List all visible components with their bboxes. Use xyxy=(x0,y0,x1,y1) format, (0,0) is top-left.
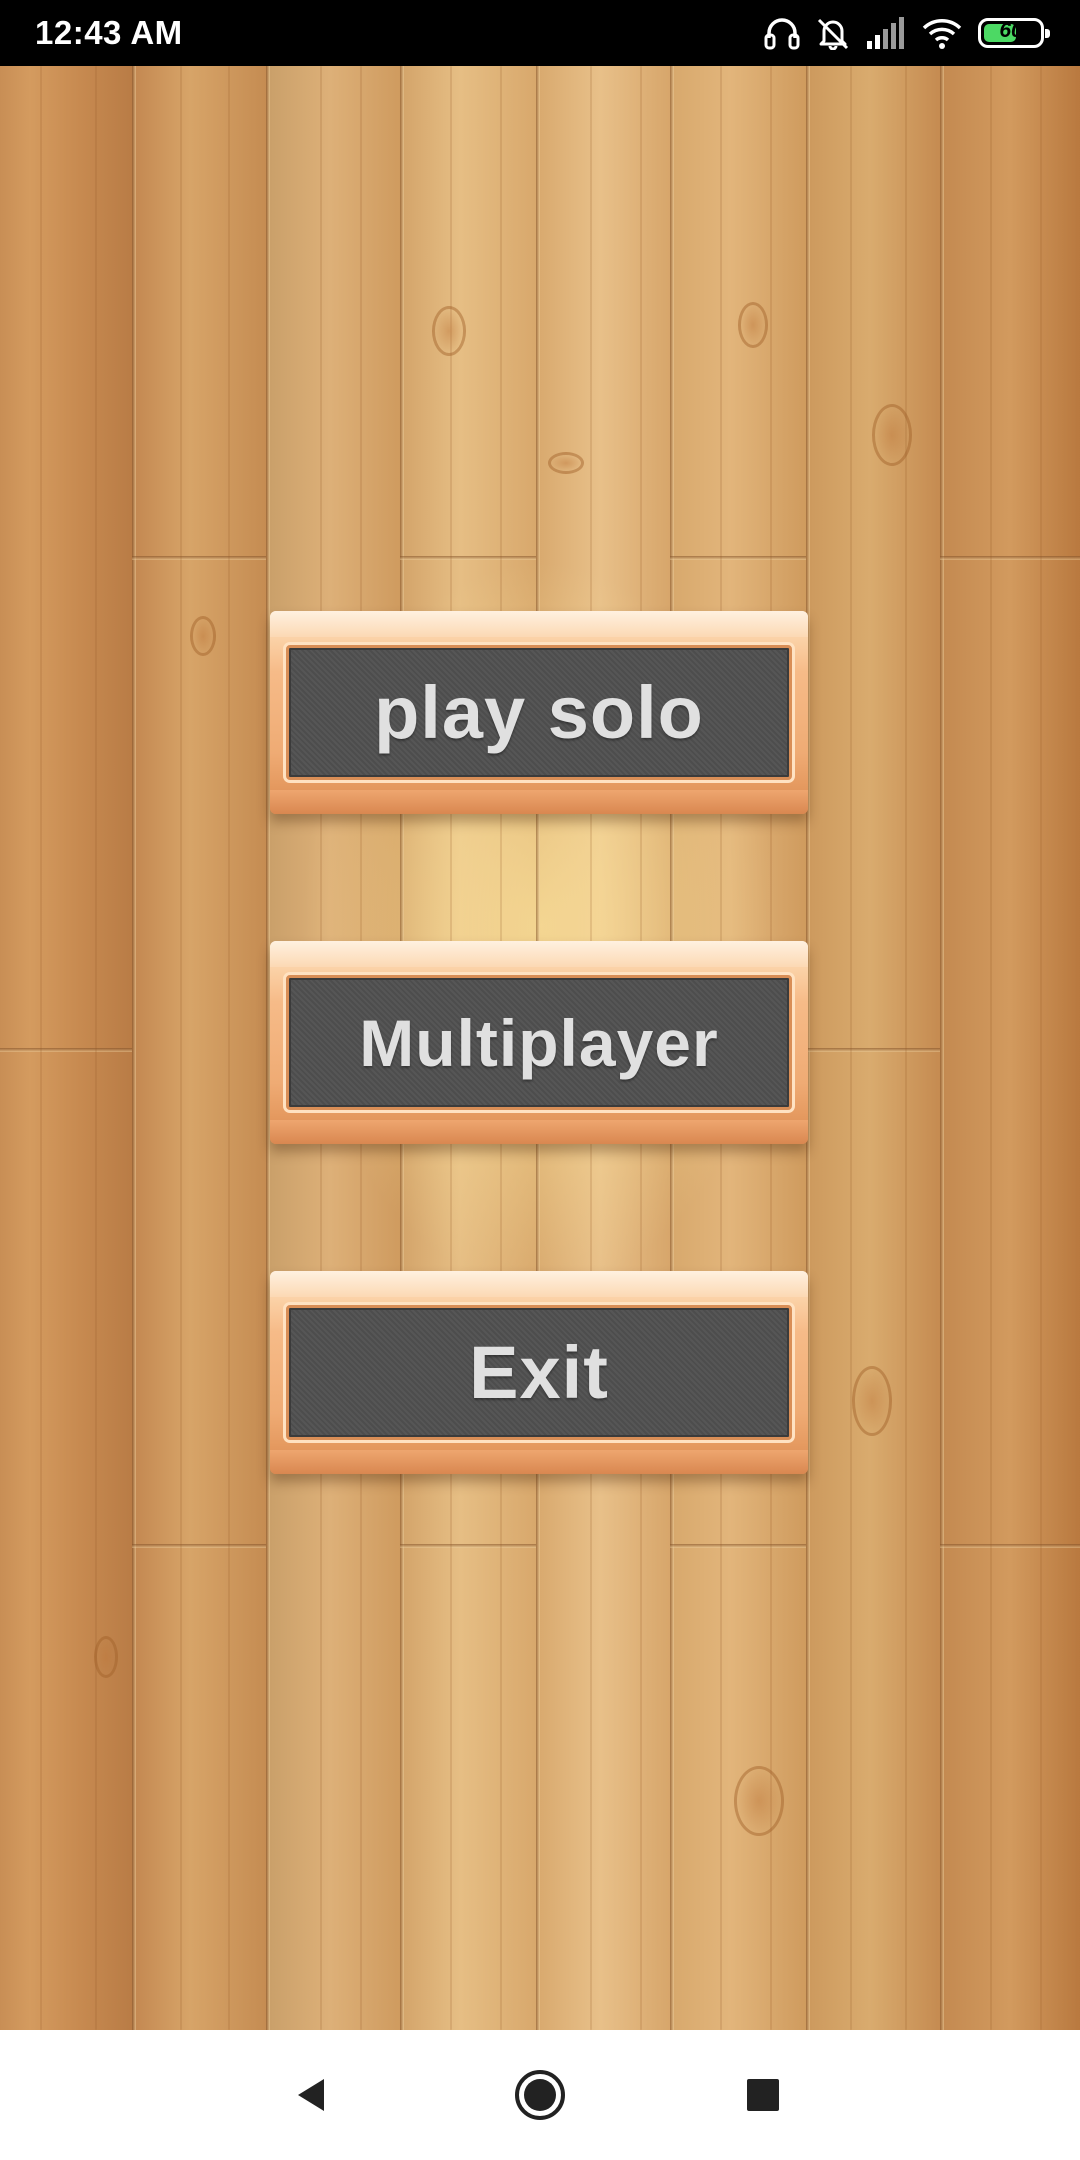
status-bar: 12:43 AM 60 xyxy=(0,0,1080,66)
play-solo-label: play solo xyxy=(374,671,704,754)
bell-off-icon xyxy=(816,16,850,50)
multiplayer-button[interactable]: Multiplayer xyxy=(270,941,808,1144)
status-time: 12:43 AM xyxy=(35,14,183,51)
wifi-icon xyxy=(922,17,962,49)
signal-icon xyxy=(866,17,906,49)
back-icon[interactable] xyxy=(277,2060,347,2130)
exit-label: Exit xyxy=(469,1331,609,1414)
home-icon[interactable] xyxy=(505,2060,575,2130)
exit-panel: Exit xyxy=(286,1305,792,1440)
status-icons: 60 xyxy=(764,12,1050,54)
play-solo-button[interactable]: play solo xyxy=(270,611,808,814)
battery-level: 60 xyxy=(999,19,1023,42)
recents-icon[interactable] xyxy=(728,2060,798,2130)
play-solo-panel: play solo xyxy=(286,645,792,780)
multiplayer-label: Multiplayer xyxy=(359,1005,719,1080)
headphones-icon xyxy=(764,16,800,50)
exit-button[interactable]: Exit xyxy=(270,1271,808,1474)
navigation-bar xyxy=(0,2030,1080,2160)
battery-icon: 60 xyxy=(978,18,1050,48)
multiplayer-panel: Multiplayer xyxy=(286,975,792,1110)
